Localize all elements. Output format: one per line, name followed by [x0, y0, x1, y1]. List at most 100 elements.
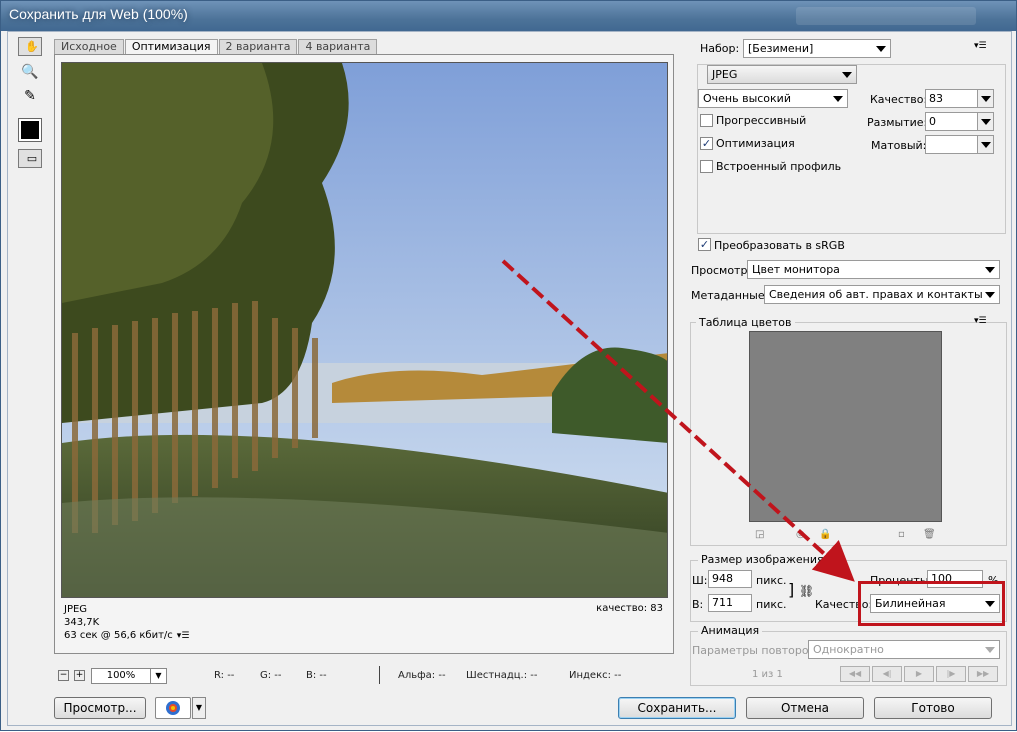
optimized-checkbox[interactable]: ✓: [700, 137, 713, 150]
width-unit: пикс.: [756, 574, 787, 587]
convert-srgb-checkbox[interactable]: ✓: [698, 238, 711, 251]
chevron-down-icon: [985, 292, 995, 298]
tab-original[interactable]: Исходное: [54, 39, 124, 54]
save-button[interactable]: Сохранить...: [618, 697, 736, 719]
info-size: 343,7K: [64, 617, 100, 628]
height-input[interactable]: 711: [708, 594, 752, 612]
progressive-checkbox[interactable]: [700, 114, 713, 127]
hand-tool-icon[interactable]: ✋: [18, 37, 42, 56]
width-label: Ш:: [692, 574, 708, 587]
highlight-box: [858, 581, 1005, 626]
metadata-select[interactable]: Сведения об авт. правах и контакты: [764, 285, 1000, 304]
progressive-label: Прогрессивный: [716, 114, 807, 127]
matte-input[interactable]: [925, 135, 994, 154]
width-input[interactable]: 948: [708, 570, 752, 588]
loop-options-select[interactable]: Однократно: [808, 640, 1000, 659]
loop-options-label: Параметры повторов:: [692, 644, 819, 657]
chain-icon[interactable]: ⛓: [799, 584, 814, 598]
chevron-down-icon: [842, 72, 852, 78]
readout-hex: Шестнадц.: --: [466, 670, 538, 681]
chevron-down-icon[interactable]: [977, 113, 993, 130]
height-unit: пикс.: [756, 598, 787, 611]
chevron-down-icon: [985, 647, 995, 653]
prev-frame-button[interactable]: ◀|: [872, 666, 902, 682]
eyedropper-tool-icon[interactable]: ✎: [18, 85, 42, 107]
format-select[interactable]: JPEG: [707, 65, 857, 84]
first-frame-button[interactable]: ◀◀: [840, 666, 870, 682]
trash-icon[interactable]: 🗑: [923, 529, 936, 540]
animation-title: Анимация: [698, 624, 763, 637]
color-table-swatches[interactable]: [749, 331, 942, 522]
cancel-button[interactable]: Отмена: [746, 697, 864, 719]
lock-color-icon[interactable]: 🔒: [819, 529, 831, 540]
quality-preset-select[interactable]: Очень высокий: [698, 89, 848, 108]
title-bar[interactable]: Сохранить для Web (100%): [1, 1, 1016, 31]
matte-label: Матовый:: [871, 139, 927, 152]
height-label: В:: [692, 598, 704, 611]
quality-label: Качество:: [870, 93, 928, 106]
readout-alpha: Альфа: --: [398, 670, 446, 681]
map-color-icon[interactable]: ◲: [755, 529, 764, 540]
status-divider: [379, 666, 380, 684]
blur-input[interactable]: 0: [925, 112, 994, 131]
title-bar-decoration: [796, 7, 976, 25]
done-button[interactable]: Готово: [874, 697, 992, 719]
zoom-tool-icon[interactable]: 🔍: [18, 61, 42, 83]
chevron-down-icon: [985, 267, 995, 273]
preview-select[interactable]: Цвет монитора: [747, 260, 1000, 279]
landscape-photo: [62, 63, 667, 597]
save-for-web-window: Сохранить для Web (100%) ✋ ⬈ 🔍 ✎ ▭ Исход…: [0, 0, 1017, 731]
status-bar: − + 100% ▼ R: -- G: -- B: -- Альфа: -- Ше…: [54, 666, 674, 686]
window-title: Сохранить для Web (100%): [9, 6, 188, 22]
menu-icon[interactable]: ▾☰: [177, 630, 190, 643]
preview-button[interactable]: Просмотр...: [54, 697, 146, 719]
view-tabs: Исходное Оптимизация 2 варианта 4 вариан…: [54, 39, 378, 54]
browser-preview-button[interactable]: [155, 697, 191, 719]
blur-label: Размытие:: [867, 116, 928, 129]
eyedropper-color-swatch[interactable]: [18, 118, 42, 142]
color-table-title: Таблица цветов: [696, 316, 795, 329]
last-frame-button[interactable]: ▶▶: [968, 666, 998, 682]
quality-input[interactable]: 83: [925, 89, 994, 108]
preset-menu-icon[interactable]: ▾☰: [974, 41, 987, 51]
info-quality: качество: 83: [596, 603, 663, 614]
play-button[interactable]: ▶: [904, 666, 934, 682]
readout-r: R: --: [214, 670, 235, 681]
embed-profile-label: Встроенный профиль: [716, 160, 842, 173]
preview-image[interactable]: [61, 62, 668, 598]
browser-icon: [166, 701, 180, 715]
preset-select[interactable]: [Безимени]: [743, 39, 891, 58]
constrain-link-icon[interactable]: ]: [788, 580, 794, 600]
color-table-menu-icon[interactable]: ▾☰: [974, 316, 987, 326]
chevron-down-icon[interactable]: [977, 90, 993, 107]
zoom-in-button[interactable]: +: [74, 670, 85, 681]
image-size-title: Размер изображения: [698, 553, 827, 566]
tab-optimized[interactable]: Оптимизация: [124, 39, 218, 54]
convert-srgb-label: Преобразовать в sRGB: [714, 239, 845, 252]
tab-2-up[interactable]: 2 варианта: [218, 39, 298, 54]
toggle-slices-icon[interactable]: ▭: [18, 149, 42, 168]
chevron-down-icon[interactable]: [977, 136, 993, 153]
chevron-down-icon: ▼: [150, 669, 166, 683]
metadata-label: Метаданные:: [691, 289, 769, 302]
chevron-down-icon: [876, 46, 886, 52]
browser-dropdown-icon[interactable]: ▼: [192, 697, 206, 719]
readout-g: G: --: [260, 670, 282, 681]
new-color-icon[interactable]: ▫: [898, 529, 905, 540]
frame-counter: 1 из 1: [752, 669, 783, 680]
preset-label: Набор:: [700, 42, 740, 55]
zoom-level-select[interactable]: 100% ▼: [91, 668, 167, 684]
optimized-label: Оптимизация: [716, 137, 795, 150]
preview-label: Просмотр:: [691, 264, 752, 277]
info-format: JPEG: [64, 604, 88, 615]
chevron-down-icon: [833, 96, 843, 102]
web-shift-icon[interactable]: ◎: [796, 529, 805, 540]
info-time: 63 сек @ 56,6 кбит/с ▾☰: [64, 630, 190, 643]
next-frame-button[interactable]: |▶: [936, 666, 966, 682]
tab-4-up[interactable]: 4 варианта: [298, 39, 378, 54]
zoom-out-button[interactable]: −: [58, 670, 69, 681]
embed-profile-checkbox[interactable]: [700, 160, 713, 173]
readout-index: Индекс: --: [569, 670, 622, 681]
toolbox: ✋ ⬈ 🔍 ✎ ▭: [18, 37, 44, 168]
image-info: JPEG 343,7K 63 сек @ 56,6 кбит/с ▾☰: [64, 603, 189, 643]
